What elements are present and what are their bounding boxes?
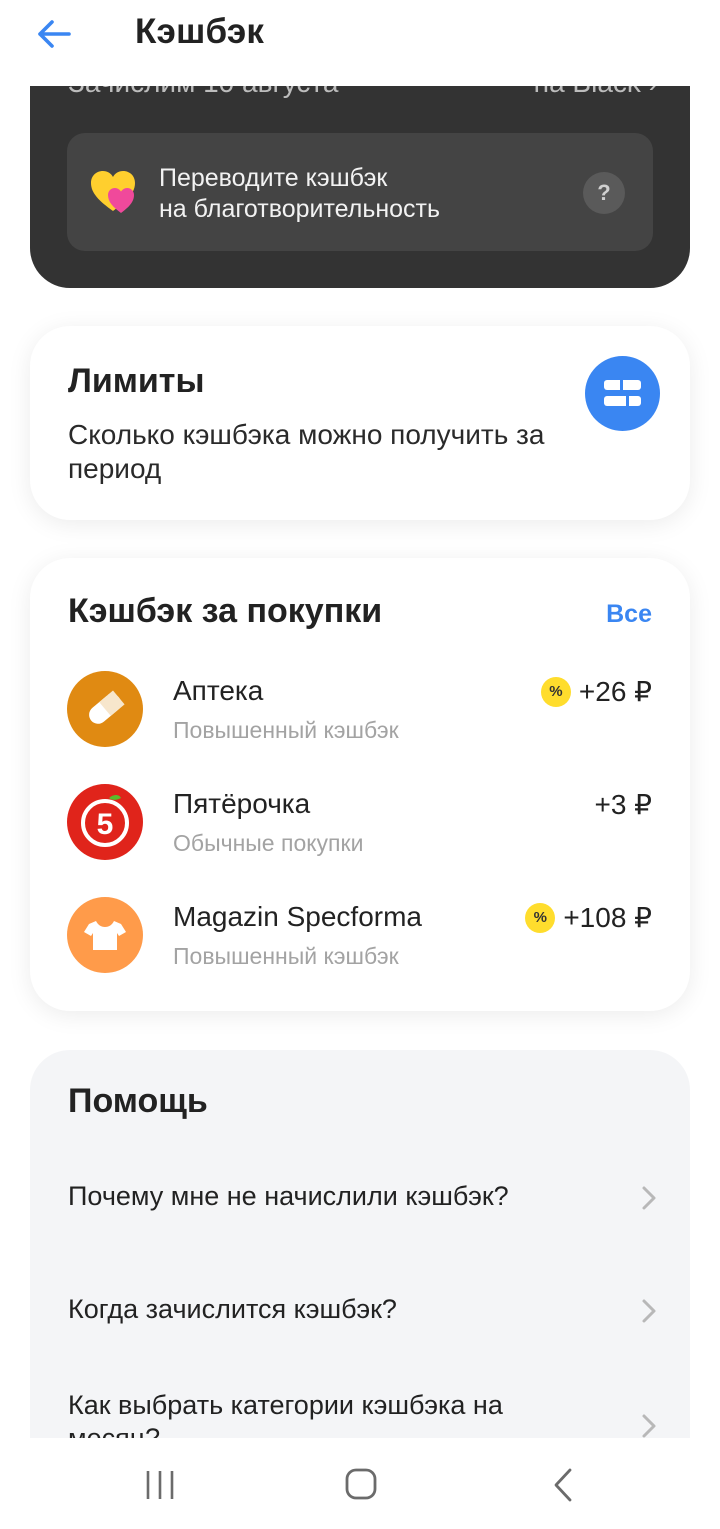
percent-badge-icon: % — [525, 902, 556, 933]
purchase-item-pharmacy[interactable]: Аптека Повышенный кэшбэк % +26 ₽ — [30, 671, 690, 771]
recent-apps-icon[interactable] — [140, 1466, 180, 1504]
purchase-amount-value: +108 ₽ — [563, 902, 652, 933]
back-icon[interactable] — [548, 1466, 578, 1504]
limits-title: Лимиты — [68, 362, 205, 400]
pyaterochka-logo: 5 — [67, 784, 143, 860]
percent-badge-icon: % — [540, 676, 571, 707]
purchase-item-specforma[interactable]: Magazin Specforma Повышенный кэшбэк % +1… — [30, 897, 690, 997]
help-section: Помощь Почему мне не начислили кэшбэк? К… — [30, 1050, 690, 1470]
purchase-name: Magazin Specforma — [173, 901, 423, 932]
help-item-not-credited[interactable]: Почему мне не начислили кэшбэк? — [68, 1180, 658, 1213]
top-bar: Кэшбэк — [0, 0, 720, 86]
tshirt-icon — [67, 897, 143, 973]
arrow-left-icon — [38, 20, 71, 48]
back-button[interactable] — [34, 14, 74, 54]
purchase-amount: +3 ₽ — [594, 788, 652, 821]
charity-banner[interactable]: Переводите кэшбэк на благотворительность… — [67, 133, 653, 251]
limits-card[interactable]: Лимиты Сколько кэшбэка можно получить за… — [30, 326, 690, 520]
purchase-amount-value: +26 ₽ — [578, 676, 652, 707]
page-title: Кэшбэк — [135, 12, 265, 51]
charity-text: Переводите кэшбэк на благотворительность — [159, 163, 440, 225]
all-purchases-link[interactable]: Все — [606, 600, 652, 629]
system-nav-bar — [0, 1438, 720, 1529]
charity-line-1: Переводите кэшбэк — [159, 164, 388, 192]
purchases-card: Кэшбэк за покупки Все Аптека Повышенный … — [30, 558, 690, 1011]
limits-subtitle: Сколько кэшбэка можно получить за период — [68, 419, 545, 484]
purchase-subtitle: Повышенный кэшбэк — [173, 717, 399, 743]
help-item-label: Когда зачислится кэшбэк? — [68, 1294, 397, 1324]
chevron-right-icon — [642, 1414, 656, 1438]
purchase-subtitle: Обычные покупки — [173, 830, 364, 856]
home-icon[interactable] — [343, 1466, 379, 1502]
purchase-amount-value: +3 ₽ — [594, 789, 652, 820]
pill-icon — [67, 671, 143, 747]
help-title: Помощь — [68, 1082, 208, 1120]
purchase-amount: % +26 ₽ — [540, 675, 652, 708]
svg-text:5: 5 — [97, 808, 114, 841]
purchase-name: Аптека — [173, 675, 264, 706]
chevron-right-icon — [642, 1186, 656, 1210]
purchase-subtitle: Повышенный кэшбэк — [173, 943, 399, 969]
heart-icon — [91, 171, 135, 213]
limits-icon — [585, 356, 660, 431]
purchase-item-pyaterochka[interactable]: 5 Пятёрочка Обычные покупки +3 ₽ — [30, 784, 690, 884]
purchases-title: Кэшбэк за покупки — [68, 592, 383, 630]
help-item-when-credited[interactable]: Когда зачислится кэшбэк? — [68, 1293, 658, 1326]
help-item-label: Почему мне не начислили кэшбэк? — [68, 1181, 509, 1211]
charity-line-2: на благотворительность — [159, 195, 441, 223]
purchase-amount: % +108 ₽ — [525, 901, 652, 934]
charity-help-button[interactable]: ? — [583, 172, 625, 214]
page: Кэшбэк Зачислим 10 августа на Black › Пе… — [0, 0, 720, 1529]
chevron-right-icon — [642, 1299, 656, 1323]
purchase-name: Пятёрочка — [173, 788, 311, 819]
